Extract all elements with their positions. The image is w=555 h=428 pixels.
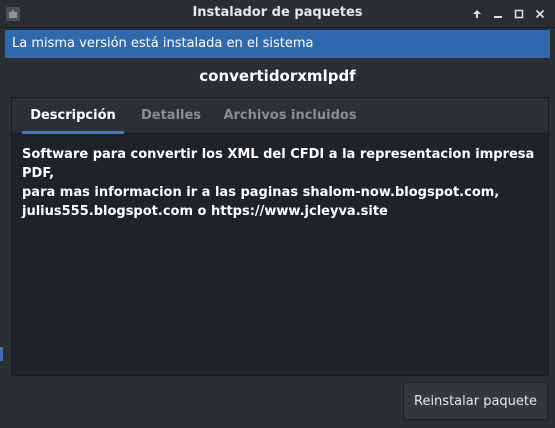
tab-bar: Descripción Detalles Archivos incluidos [12,98,548,134]
arrow-up-icon[interactable] [467,4,487,24]
description-line: para mas informacion ir a las paginas sh… [22,185,500,200]
title-bar: Instalador de paquetes [0,0,555,28]
description-text: Software para convertir los XML del CFDI… [22,145,542,221]
minimize-icon[interactable] [488,4,508,24]
info-bar: La misma versión está instalada en el si… [5,30,550,58]
info-message: La misma versión está instalada en el si… [12,36,314,51]
package-name: convertidorxmlpdf [199,67,356,85]
window-edge [0,347,3,361]
reinstall-button[interactable]: Reinstalar paquete [403,382,548,420]
tab-descripcion[interactable]: Descripción [22,98,124,134]
tab-detalles[interactable]: Detalles [136,98,206,133]
close-icon[interactable] [530,4,550,24]
description-line: julius555.blogspot.com o https://www.jcl… [22,204,388,219]
tab-panel: Descripción Detalles Archivos incluidos … [11,97,549,376]
description-line: Software para convertir los XML del CFDI… [22,147,535,181]
tab-archivos-incluidos[interactable]: Archivos incluidos [220,98,360,133]
maximize-icon[interactable] [509,4,529,24]
